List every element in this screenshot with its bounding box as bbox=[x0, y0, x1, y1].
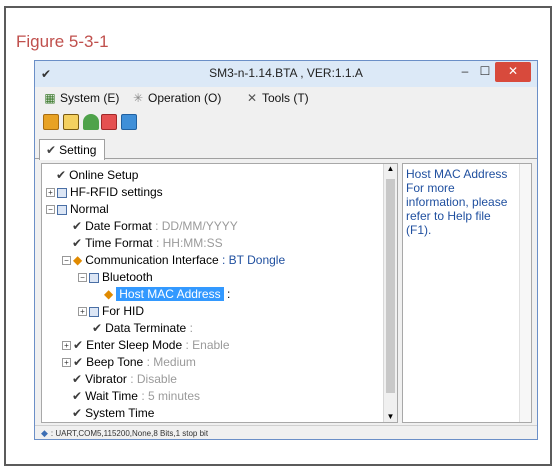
upload-icon[interactable] bbox=[83, 114, 99, 130]
connection-icon: ◆ bbox=[41, 428, 48, 438]
collapse-icon[interactable]: − bbox=[78, 273, 87, 283]
menu-system[interactable]: ▦ System (E) bbox=[43, 91, 119, 105]
menu-system-label: System (E) bbox=[60, 91, 120, 105]
tree-item-label: Bluetooth bbox=[102, 270, 153, 284]
help-scrollbar[interactable] bbox=[519, 164, 531, 422]
reset-icon[interactable] bbox=[101, 114, 117, 130]
menu-tools[interactable]: ✕ Tools (T) bbox=[245, 91, 309, 105]
folder-icon bbox=[57, 204, 67, 215]
expand-icon[interactable]: + bbox=[78, 307, 87, 317]
operation-icon: ✳ bbox=[132, 91, 144, 105]
tree-item-communication-interface[interactable]: − ◆ Communication Interface : BT Dongle bbox=[62, 251, 285, 269]
tab-strip: ✔ Setting bbox=[35, 137, 537, 160]
figure-caption: Figure 5-3-1 bbox=[16, 32, 109, 51]
tree-item-label: For HID bbox=[102, 304, 144, 318]
tree-item-vibrator[interactable]: ✔ Vibrator : Disable bbox=[72, 370, 177, 388]
tools-icon: ✕ bbox=[246, 91, 258, 105]
tree-item-online-setup[interactable]: ✔ Online Setup bbox=[56, 166, 138, 184]
check-icon: ✔ bbox=[72, 219, 83, 233]
help-pane: Host MAC Address For more information, p… bbox=[402, 163, 532, 423]
tree-item-value: : Disable bbox=[130, 372, 177, 386]
collapse-icon[interactable]: − bbox=[46, 205, 55, 215]
tree-item-label: System Time bbox=[85, 406, 155, 420]
check-icon: ✔ bbox=[56, 168, 67, 182]
tab-setting-label: Setting bbox=[59, 143, 97, 157]
status-text: : UART,COM5,115200,None,8 Bits,1 stop bi… bbox=[50, 429, 209, 438]
device-icon[interactable] bbox=[63, 114, 79, 130]
tree-item-label: Wait Time bbox=[85, 389, 138, 403]
tree-item-label: Time Format bbox=[85, 236, 153, 250]
toolbar bbox=[35, 109, 537, 135]
refresh-icon[interactable] bbox=[121, 114, 137, 130]
tree-item-value: : Medium bbox=[146, 355, 196, 369]
close-button[interactable]: ✕ bbox=[495, 62, 531, 82]
menu-operation-label: Operation (O) bbox=[148, 91, 222, 105]
tab-setting[interactable]: ✔ Setting bbox=[39, 139, 105, 160]
scroll-down-icon[interactable]: ▼ bbox=[384, 412, 397, 421]
app-window: ✔ SM3-n-1.14.BTA , VER:1.1.A – ☐ ✕ ▦ Syst… bbox=[34, 60, 538, 440]
folder-icon bbox=[89, 306, 99, 317]
tree-item-label: Beep Tone bbox=[86, 355, 144, 369]
menu-operation[interactable]: ✳ Operation (O) bbox=[131, 91, 221, 105]
tree-item-normal[interactable]: − Normal bbox=[46, 200, 109, 218]
menu-bar: ▦ System (E) ✳ Operation (O) ✕ Tools (T) bbox=[35, 87, 537, 109]
tree-item-date-format[interactable]: ✔ Date Format : DD/MM/YYYY bbox=[72, 217, 238, 235]
tree-item-for-hid[interactable]: + For HID bbox=[78, 302, 144, 320]
title-bar: ✔ SM3-n-1.14.BTA , VER:1.1.A – ☐ ✕ bbox=[35, 61, 537, 87]
tree-item-label: Vibrator bbox=[85, 372, 127, 386]
tree-item-host-mac-address[interactable]: ◆ Host MAC Address : bbox=[104, 285, 230, 303]
open-file-icon[interactable] bbox=[43, 114, 59, 130]
tree-item-label: Date Format bbox=[85, 219, 152, 233]
check-icon: ✔ bbox=[73, 338, 84, 352]
system-icon: ▦ bbox=[44, 91, 56, 105]
scroll-up-icon[interactable]: ▲ bbox=[384, 164, 397, 173]
tree-item-hf-rfid[interactable]: + HF-RFID settings bbox=[46, 183, 163, 201]
tree-item-label: Online Setup bbox=[69, 168, 139, 182]
figure-frame: Figure 5-3-1 ✔ SM3-n-1.14.BTA , VER:1.1.… bbox=[4, 6, 552, 466]
minimize-button[interactable]: – bbox=[455, 62, 475, 82]
settings-tree[interactable]: ✔ Online Setup + HF-RFID settings − Normal … bbox=[41, 163, 398, 423]
folder-icon bbox=[57, 187, 67, 198]
diamond-icon: ◆ bbox=[104, 287, 114, 301]
tree-item-label: Data Terminate bbox=[105, 321, 187, 335]
collapse-icon[interactable]: − bbox=[62, 256, 71, 266]
tree-item-value: : bbox=[189, 321, 193, 335]
scroll-thumb[interactable] bbox=[386, 179, 395, 393]
folder-icon bbox=[89, 272, 99, 283]
tree-item-label: Normal bbox=[70, 202, 109, 216]
diamond-icon: ◆ bbox=[73, 253, 83, 267]
expand-icon[interactable]: + bbox=[62, 341, 71, 351]
check-icon: ✔ bbox=[73, 355, 84, 369]
help-text: Host MAC Address For more information, p… bbox=[406, 167, 508, 237]
tree-item-time-format[interactable]: ✔ Time Format : HH:MM:SS bbox=[72, 234, 223, 252]
menu-tools-label: Tools (T) bbox=[262, 91, 309, 105]
tree-item-value: : BT Dongle bbox=[221, 253, 286, 267]
check-icon: ✔ bbox=[72, 389, 83, 403]
tree-item-enter-sleep-mode[interactable]: + ✔ Enter Sleep Mode : Enable bbox=[62, 336, 230, 354]
tree-item-bluetooth[interactable]: − Bluetooth bbox=[78, 268, 153, 286]
tree-item-system-time[interactable]: ✔ System Time bbox=[72, 404, 154, 422]
tree-item-value: : Enable bbox=[185, 338, 230, 352]
check-icon: ✔ bbox=[72, 372, 83, 386]
expand-icon[interactable]: + bbox=[46, 188, 55, 198]
tree-item-beep-tone[interactable]: + ✔ Beep Tone : Medium bbox=[62, 353, 196, 371]
tree-item-value: : 5 minutes bbox=[141, 389, 201, 403]
tree-item-wait-time[interactable]: ✔ Wait Time : 5 minutes bbox=[72, 387, 200, 405]
tree-item-value: : HH:MM:SS bbox=[155, 236, 223, 250]
tree-item-data-terminate[interactable]: ✔ Data Terminate : bbox=[92, 319, 193, 337]
tree-item-value: : bbox=[226, 287, 231, 301]
check-icon: ✔ bbox=[92, 321, 103, 335]
tree-item-label: Communication Interface bbox=[85, 253, 219, 267]
check-icon: ✔ bbox=[72, 236, 83, 250]
tree-item-label: HF-RFID settings bbox=[70, 185, 163, 199]
status-bar: ◆: UART,COM5,115200,None,8 Bits,1 stop b… bbox=[35, 425, 537, 439]
maximize-button[interactable]: ☐ bbox=[475, 62, 495, 82]
tree-item-label: Enter Sleep Mode bbox=[86, 338, 183, 352]
tree-item-value: : DD/MM/YYYY bbox=[155, 219, 238, 233]
tree-item-label-selected: Host MAC Address bbox=[116, 287, 224, 301]
tree-scrollbar[interactable]: ▲ ▼ bbox=[383, 164, 397, 422]
check-icon: ✔ bbox=[72, 406, 83, 420]
check-icon: ✔ bbox=[46, 143, 57, 157]
expand-icon[interactable]: + bbox=[62, 358, 71, 368]
